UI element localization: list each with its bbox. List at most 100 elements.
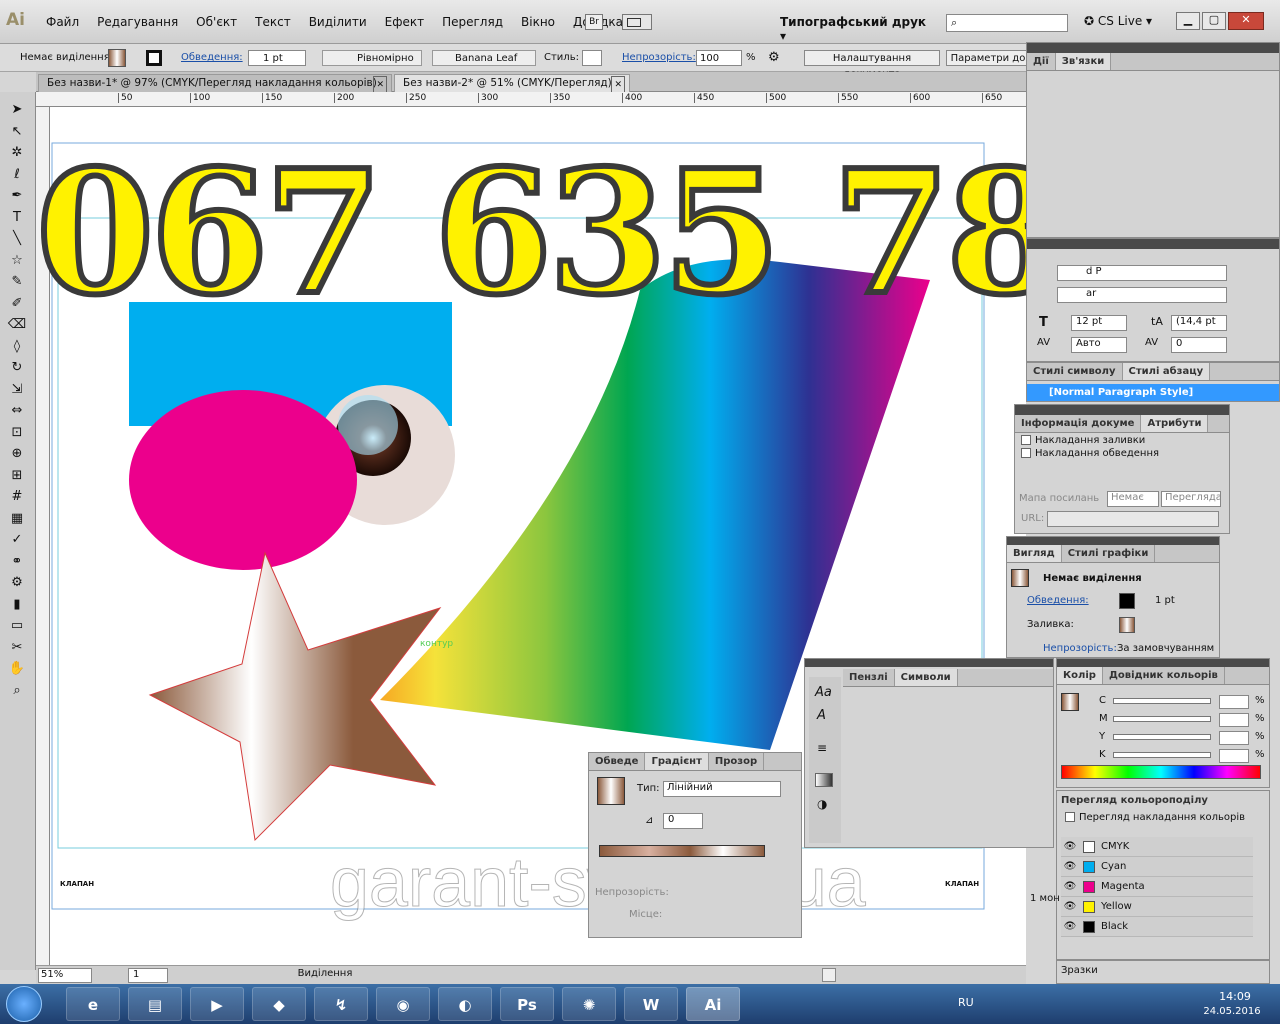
graphic-style-swatch[interactable]: [582, 50, 602, 66]
visibility-eye-icon[interactable]: 👁: [1061, 861, 1079, 872]
menu-item[interactable]: Об'єкт: [196, 15, 237, 29]
clock-date[interactable]: 24.05.2016: [1200, 1006, 1264, 1017]
blob-brush-icon[interactable]: ⌫: [6, 315, 28, 335]
gradient-angle-field[interactable]: 0: [663, 813, 703, 829]
taskbar-another-app-icon[interactable]: ✺: [562, 987, 616, 1021]
clock-time[interactable]: 14:09: [1210, 990, 1260, 1003]
tracking-field[interactable]: 0: [1171, 337, 1227, 353]
type-tool-icon[interactable]: T: [6, 208, 28, 228]
blend-tool-icon[interactable]: ⚭: [6, 552, 28, 572]
selection-tool-icon[interactable]: ➤: [6, 100, 28, 120]
separation-row[interactable]: 👁 Yellow: [1061, 897, 1253, 917]
hand-tool-icon[interactable]: ✋: [6, 659, 28, 679]
bridge-button[interactable]: Br: [585, 14, 603, 30]
pen-tool-icon[interactable]: ✒: [6, 186, 28, 206]
eyedropper-icon[interactable]: ✓: [6, 530, 28, 550]
menu-item[interactable]: Перегляд: [442, 15, 503, 29]
tab-links[interactable]: Зв'язки: [1055, 53, 1112, 70]
color-channel-slider[interactable]: [1113, 734, 1211, 740]
gradient-slider[interactable]: [599, 845, 765, 857]
color-spectrum[interactable]: [1061, 765, 1261, 779]
menu-item[interactable]: Виділити: [309, 15, 367, 29]
scale-tool-icon[interactable]: ⇲: [6, 380, 28, 400]
overprint-preview-row[interactable]: Перегляд накладання кольорів: [1057, 810, 1269, 825]
kerning-field[interactable]: Авто: [1071, 337, 1127, 353]
gradient-type-select[interactable]: Лінійний: [663, 781, 781, 797]
minimize-button[interactable]: ▁: [1176, 12, 1200, 30]
perspective-grid-icon[interactable]: ⊞: [6, 466, 28, 486]
language-indicator[interactable]: RU: [958, 996, 974, 1009]
font-style-field[interactable]: ar: [1057, 287, 1227, 303]
tab-appearance[interactable]: Вигляд: [1007, 545, 1062, 562]
gradient-preview[interactable]: [597, 777, 625, 805]
close-button[interactable]: ✕: [1228, 12, 1264, 30]
taskbar-media-player-icon[interactable]: ▶: [190, 987, 244, 1021]
character-styles-icon[interactable]: Aa: [815, 685, 835, 700]
lasso-icon[interactable]: ℓ: [6, 165, 28, 185]
gradient-panel-icon[interactable]: [815, 773, 833, 787]
menu-item[interactable]: Файл: [46, 15, 79, 29]
tab-graphic-styles[interactable]: Стилі графіки: [1062, 545, 1156, 562]
appearance-fill-label[interactable]: Заливка:: [1027, 619, 1074, 630]
menu-item[interactable]: Редагування: [97, 15, 178, 29]
opacity-field[interactable]: 100: [696, 50, 742, 66]
color-channel-field[interactable]: [1219, 695, 1249, 709]
paragraph-style-item[interactable]: [Normal Paragraph Style]: [1027, 384, 1279, 401]
tab-brushes[interactable]: Пензлі: [843, 669, 895, 686]
recolor-icon[interactable]: ⚙: [768, 50, 780, 66]
image-map-select[interactable]: Немає: [1107, 491, 1159, 507]
tab-character-styles[interactable]: Стилі символу: [1027, 363, 1123, 380]
pencil-tool-icon[interactable]: ✐: [6, 294, 28, 314]
zoom-tool-icon[interactable]: ⌕: [6, 681, 28, 701]
stroke-overprint-checkbox[interactable]: [1021, 448, 1031, 458]
zoom-field[interactable]: 51%: [38, 968, 92, 983]
status-mode[interactable]: Виділення: [270, 968, 380, 979]
tab-gradient[interactable]: Градієнт: [645, 753, 709, 770]
appearance-stroke-label[interactable]: Обведення:: [1027, 595, 1089, 606]
tab-actions[interactable]: Дії: [1027, 53, 1056, 70]
appearance-opacity-label[interactable]: Непрозорість:: [1043, 643, 1117, 654]
stroke-label[interactable]: Обведення:: [181, 50, 243, 66]
taskbar-cleaner-icon[interactable]: ◐: [438, 987, 492, 1021]
url-field[interactable]: [1047, 511, 1219, 527]
shape-builder-icon[interactable]: ⊕: [6, 444, 28, 464]
stroke-panel-icon[interactable]: ≡: [817, 741, 833, 755]
tab-transparency[interactable]: Прозор: [709, 753, 765, 770]
browser-button[interactable]: Перегляда: [1161, 491, 1222, 507]
gradient-tool-icon[interactable]: ▦: [6, 509, 28, 529]
menu-item[interactable]: Ефект: [385, 15, 424, 29]
visibility-eye-icon[interactable]: 👁: [1061, 901, 1079, 912]
tab-attributes[interactable]: Атрибути: [1141, 415, 1209, 432]
appearance-stroke-swatch[interactable]: [1119, 593, 1135, 609]
help-search-input[interactable]: ⌕: [946, 14, 1068, 32]
horizontal-ruler[interactable]: 50 100 150 200 250 300 350 400 450 500 550 600 650: [36, 92, 1026, 107]
opacity-label[interactable]: Непрозорість:: [622, 50, 696, 66]
menu-item[interactable]: Вікно: [521, 15, 555, 29]
visibility-eye-icon[interactable]: 👁: [1061, 841, 1079, 852]
start-button[interactable]: [6, 986, 42, 1022]
symbol-sprayer-icon[interactable]: ⚙: [6, 573, 28, 593]
tab-symbols[interactable]: Символи: [894, 669, 958, 686]
free-transform-icon[interactable]: ⊡: [6, 423, 28, 443]
fill-indicator[interactable]: [1061, 693, 1079, 711]
tab-document-info[interactable]: Інформація докуме: [1015, 415, 1142, 432]
graph-tool-icon[interactable]: ▮: [6, 595, 28, 615]
slice-tool-icon[interactable]: ✂: [6, 638, 28, 658]
taskbar-green-app-icon[interactable]: ↯: [314, 987, 368, 1021]
workspace-switcher[interactable]: Типографський друк ▾: [780, 15, 930, 43]
preferences-button[interactable]: Параметри до: [946, 50, 1030, 66]
horizontal-scrollbar-thumb[interactable]: [822, 968, 836, 982]
taskbar-photoshop-icon[interactable]: Ps: [500, 987, 554, 1021]
overprint-preview-checkbox[interactable]: [1065, 812, 1075, 822]
rotate-tool-icon[interactable]: ↻: [6, 358, 28, 378]
line-tool-icon[interactable]: ╲: [6, 229, 28, 249]
cs-live-button[interactable]: ✪ CS Live ▾: [1084, 14, 1152, 28]
eraser-icon[interactable]: ◊: [6, 337, 28, 357]
font-size-field[interactable]: 12 pt: [1071, 315, 1127, 331]
variable-width-profile[interactable]: Рівномірно: [322, 50, 422, 66]
taskbar-generic-app-icon[interactable]: ◆: [252, 987, 306, 1021]
tab-stroke[interactable]: Обведе: [589, 753, 646, 770]
separation-row[interactable]: 👁 Cyan: [1061, 857, 1253, 877]
star-tool-icon[interactable]: ☆: [6, 251, 28, 271]
appearance-fill-swatch[interactable]: [1119, 617, 1135, 633]
